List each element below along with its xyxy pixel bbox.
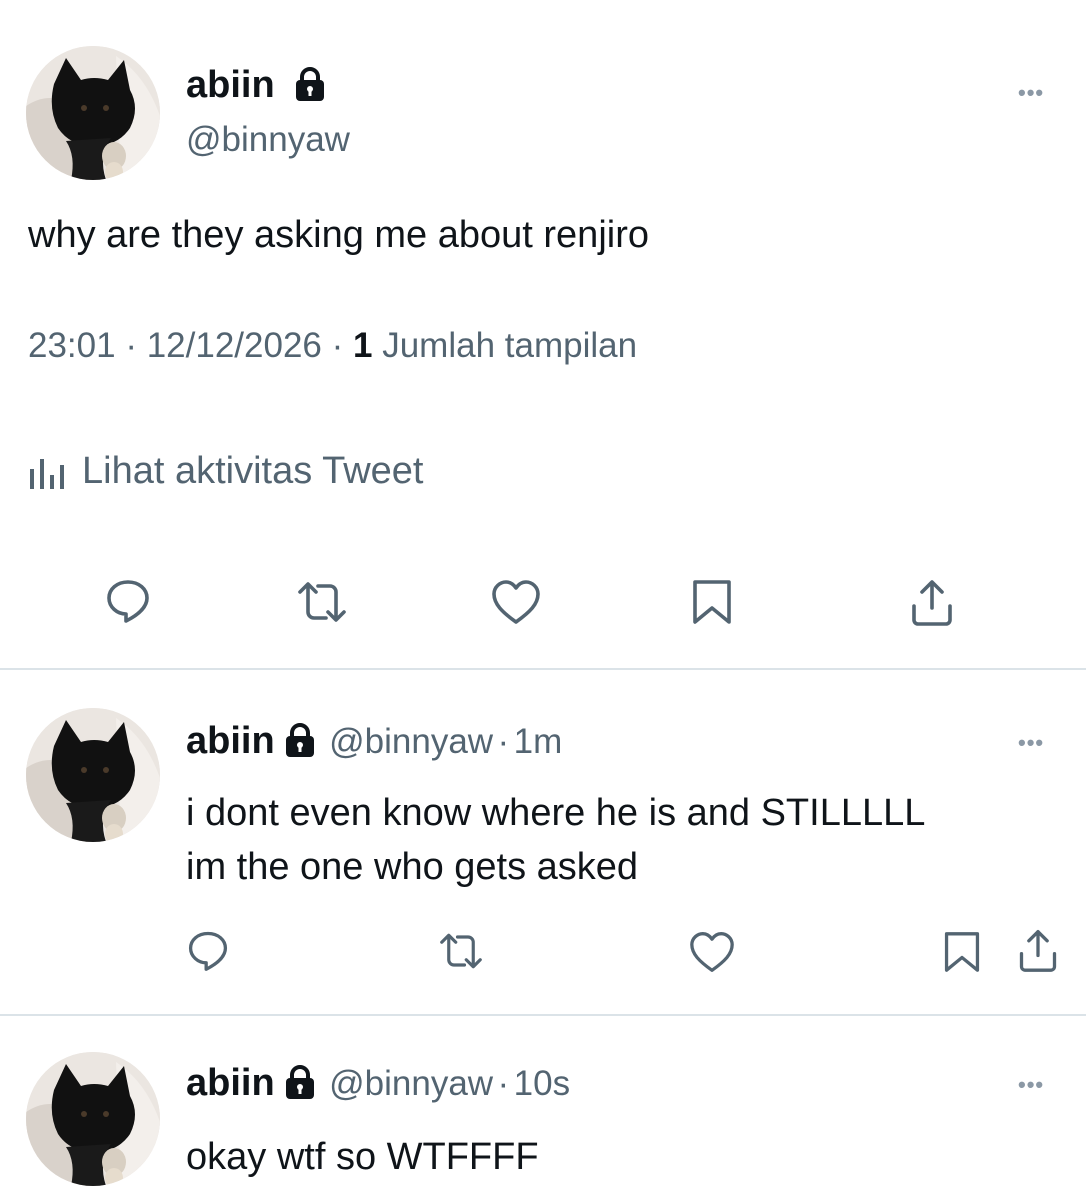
- tweet-meta: 23:01 · 12/12/2026 · 1 Jumlah tampilan: [28, 326, 637, 366]
- reply-avatar[interactable]: [26, 708, 160, 842]
- bookmark-button[interactable]: [942, 930, 982, 974]
- author-name-text: abiin: [186, 64, 275, 106]
- retweet-icon: [294, 578, 350, 626]
- meta-separator: ·: [125, 326, 137, 365]
- bookmark-icon: [690, 578, 734, 626]
- reply-button[interactable]: [104, 576, 152, 624]
- reply-author-handle[interactable]: @binnyaw: [329, 722, 493, 761]
- tweet-time[interactable]: 23:01: [28, 326, 116, 365]
- reply-text-line: okay wtf so WTFFFF: [186, 1136, 539, 1178]
- reply-author-name[interactable]: abiin: [186, 720, 275, 762]
- activity-label: Lihat aktivitas Tweet: [82, 450, 424, 492]
- reply-header: abiin @binnyaw · 10s: [186, 1062, 570, 1105]
- header-separator: ·: [497, 722, 510, 761]
- lock-icon: [285, 723, 315, 757]
- reply-icon: [104, 576, 152, 624]
- reply-button[interactable]: [186, 928, 230, 972]
- more-options-button[interactable]: •••: [1018, 80, 1044, 106]
- lock-icon: [295, 67, 325, 101]
- like-icon: [490, 578, 542, 626]
- meta-separator: ·: [331, 326, 344, 365]
- reply-author-name[interactable]: abiin: [186, 1062, 275, 1104]
- share-button[interactable]: [908, 576, 956, 628]
- header-separator: ·: [497, 1064, 510, 1103]
- share-icon: [908, 576, 956, 628]
- views-count: 1: [353, 326, 373, 365]
- avatar-image: [26, 708, 160, 842]
- retweet-button[interactable]: [436, 930, 486, 972]
- bookmark-icon: [942, 930, 982, 974]
- author-name[interactable]: abiin: [186, 64, 325, 107]
- divider: [0, 1014, 1086, 1016]
- bookmark-button[interactable]: [690, 578, 734, 626]
- divider: [0, 668, 1086, 670]
- like-icon: [688, 930, 736, 974]
- reply-avatar[interactable]: [26, 1052, 160, 1186]
- lock-icon: [285, 1065, 315, 1099]
- share-button[interactable]: [1016, 926, 1060, 974]
- like-button[interactable]: [490, 578, 542, 626]
- avatar-image: [26, 1052, 160, 1186]
- reply-text-line: i dont even know where he is and STILLLL…: [186, 792, 926, 834]
- avatar-image: [26, 46, 160, 180]
- view-activity-link[interactable]: Lihat aktivitas Tweet: [28, 450, 423, 493]
- tweet-date[interactable]: 12/12/2026: [147, 326, 322, 365]
- more-options-button[interactable]: •••: [1018, 730, 1044, 756]
- retweet-icon: [436, 930, 486, 972]
- like-button[interactable]: [688, 930, 736, 974]
- avatar[interactable]: [26, 46, 160, 180]
- reply-author-handle[interactable]: @binnyaw: [329, 1064, 493, 1103]
- reply-header: abiin @binnyaw · 1m: [186, 720, 562, 763]
- reply-text-line: im the one who gets asked: [186, 846, 639, 888]
- author-handle[interactable]: @binnyaw: [186, 120, 350, 160]
- more-options-button[interactable]: •••: [1018, 1072, 1044, 1098]
- reply-icon: [186, 928, 230, 972]
- share-icon: [1016, 926, 1060, 974]
- reply-time[interactable]: 1m: [514, 722, 563, 761]
- reply-time[interactable]: 10s: [514, 1064, 570, 1103]
- retweet-button[interactable]: [294, 578, 350, 626]
- views-label: Jumlah tampilan: [382, 326, 638, 365]
- tweet-text: why are they asking me about renjiro: [28, 214, 649, 256]
- activity-chart-icon: [28, 451, 68, 491]
